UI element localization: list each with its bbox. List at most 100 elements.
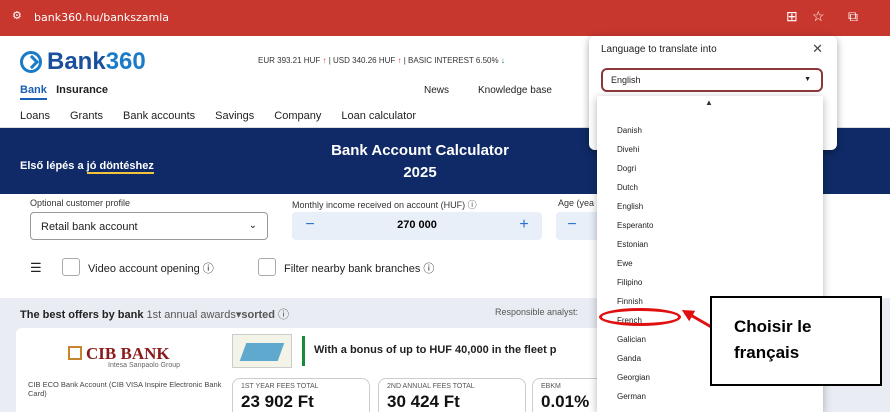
language-option[interactable]: English [617, 202, 643, 211]
calculator-panel: Optional customer profile Retail bank ac… [16, 194, 616, 294]
title-line1: Bank Account Calculator [331, 142, 509, 159]
language-option[interactable]: Filipino [617, 278, 642, 287]
callout-line2: français [734, 343, 800, 362]
tune-icon[interactable]: ⚙ [12, 9, 22, 22]
star-icon[interactable]: ☆ [812, 8, 825, 25]
cib-logo-icon [68, 346, 82, 360]
offers-heading-text: The best offers by bank [20, 309, 144, 321]
video-label: Video account opening ⓘ [88, 260, 214, 276]
translate-icon[interactable]: ⊞ [786, 8, 798, 25]
annotation-callout: Choisir le français [710, 296, 882, 386]
plus-button[interactable]: + [514, 216, 534, 236]
income-stepper[interactable]: − 270 000 + [292, 212, 542, 240]
filter-label: Filter nearby bank branches ⓘ [284, 260, 434, 276]
fee-label: 2ND ANNUAL FEES TOTAL [387, 383, 475, 390]
profile-select[interactable]: Retail bank account ⌄ [30, 212, 268, 240]
screenshot-frame: ⚙ bank360.hu/bankszamla ⊞ ☆ ⧉ Bank 360 EU… [0, 0, 890, 412]
caret-down-icon: ▼ [804, 76, 811, 83]
nav-loans[interactable]: Loans [20, 110, 50, 122]
info-icon[interactable]: ⓘ [468, 200, 477, 210]
language-option[interactable]: Danish [617, 126, 642, 135]
profile-label: Optional customer profile [30, 198, 131, 208]
chevron-down-icon: ⌄ [248, 220, 257, 231]
bank-sub: Intesa Sanpaolo Group [108, 362, 180, 369]
offers-heading: The best offers by bank 1st annual award… [20, 306, 289, 322]
extensions-icon[interactable]: ⧉ [848, 8, 858, 25]
translate-title: Language to translate into [601, 44, 717, 55]
tab-insurance[interactable]: Insurance [56, 84, 108, 96]
language-option[interactable]: Ewe [617, 259, 633, 268]
selected-language: English [611, 75, 641, 85]
fee-value: 30 424 Ft [387, 392, 460, 411]
url-text[interactable]: bank360.hu/bankszamla [34, 11, 169, 24]
income-label-text: Monthly income received on account (HUF) [292, 200, 466, 210]
nav-news[interactable]: News [424, 85, 449, 96]
basic-interest: BASIC INTEREST 6.50% [408, 56, 499, 65]
language-select[interactable]: English ▼ [601, 68, 823, 92]
language-option[interactable]: German [617, 392, 646, 401]
video-checkbox[interactable] [62, 258, 80, 276]
language-option[interactable]: Galician [617, 335, 646, 344]
nav-loan-calculator[interactable]: Loan calculator [341, 110, 416, 122]
primary-nav: Bank Insurance [20, 84, 108, 100]
exchange-rates: EUR 393.21 HUF ↑ | USD 340.26 HUF ↑ | BA… [258, 56, 505, 65]
fee-box: 2ND ANNUAL FEES TOTAL 30 424 Ft [378, 378, 526, 412]
bank360-logo[interactable]: Bank 360 [20, 48, 146, 76]
browser-address-bar: ⚙ bank360.hu/bankszamla ⊞ ☆ ⧉ [0, 0, 890, 36]
nav-bank-accounts[interactable]: Bank accounts [123, 110, 195, 122]
hero-tagline: Első lépés a jó döntéshez [20, 160, 154, 174]
close-icon[interactable]: ✕ [812, 41, 823, 57]
age-minus-button[interactable]: − [562, 216, 582, 236]
language-option[interactable]: Estonian [617, 240, 648, 249]
info-icon[interactable]: ⓘ [423, 263, 434, 275]
nav-grants[interactable]: Grants [70, 110, 103, 122]
language-option[interactable]: Ganda [617, 354, 641, 363]
income-label: Monthly income received on account (HUF)… [292, 198, 477, 211]
language-option[interactable]: Georgian [617, 373, 650, 382]
nav-company[interactable]: Company [274, 110, 321, 122]
logo-text: Bank [47, 48, 106, 75]
bank-name: CIB BANK [86, 344, 170, 363]
age-label: Age (yea [558, 198, 595, 208]
promo-text: With a bonus of up to HUF 40,000 in the … [314, 344, 557, 356]
offer-card[interactable]: CIB BANK Intesa Sanpaolo Group CIB ECO B… [16, 328, 616, 412]
language-option[interactable]: Divehi [617, 145, 639, 154]
page-title: Bank Account Calculator 2025 [300, 140, 540, 184]
arrow-up-icon: ↑ [397, 56, 402, 65]
language-option[interactable]: Dogri [617, 164, 636, 173]
fee-value: 23 902 Ft [241, 392, 314, 411]
logo-mark-icon [20, 51, 42, 73]
tab-bank[interactable]: Bank [20, 84, 47, 100]
info-icon[interactable]: ⓘ [203, 263, 214, 275]
filter-checkbox[interactable] [258, 258, 276, 276]
eur-rate: EUR 393.21 HUF [258, 56, 321, 65]
highlight-circle [599, 308, 681, 326]
usd-rate: USD 340.26 HUF [333, 56, 396, 65]
tagline-prefix: Első lépés a [20, 160, 87, 172]
minus-button[interactable]: − [300, 216, 320, 236]
sort-dropdown[interactable]: 1st annual awards▾sorted ⓘ [147, 309, 290, 321]
secondary-nav: Loans Grants Bank accounts Savings Compa… [20, 110, 416, 122]
profile-value: Retail bank account [41, 221, 138, 233]
callout-line1: Choisir le [734, 317, 812, 336]
language-option[interactable]: Esperanto [617, 221, 653, 230]
fee-box: 1ST YEAR FEES TOTAL 23 902 Ft [232, 378, 370, 412]
arrow-down-icon: ↓ [500, 56, 505, 65]
logo-number: 360 [105, 48, 146, 75]
info-icon[interactable]: ⓘ [278, 309, 289, 321]
income-value[interactable]: 270 000 [362, 219, 472, 231]
nav-savings[interactable]: Savings [215, 110, 254, 122]
promo-divider [302, 336, 305, 366]
sorted-label: sorted [241, 309, 275, 321]
fee-label: 1ST YEAR FEES TOTAL [241, 383, 319, 390]
arrow-up-icon: ↑ [322, 56, 327, 65]
sort-text: 1st annual awards [146, 309, 236, 321]
language-option[interactable]: Finnish [617, 297, 643, 306]
sliders-icon[interactable]: ☰ [30, 260, 42, 276]
promo-image [232, 334, 292, 368]
scroll-up-icon[interactable]: ▲ [705, 98, 713, 107]
language-option[interactable]: Dutch [617, 183, 638, 192]
promo-banner[interactable]: With a bonus of up to HUF 40,000 in the … [232, 334, 616, 370]
title-line2: 2025 [403, 164, 437, 181]
nav-knowledge-base[interactable]: Knowledge base [478, 85, 552, 96]
